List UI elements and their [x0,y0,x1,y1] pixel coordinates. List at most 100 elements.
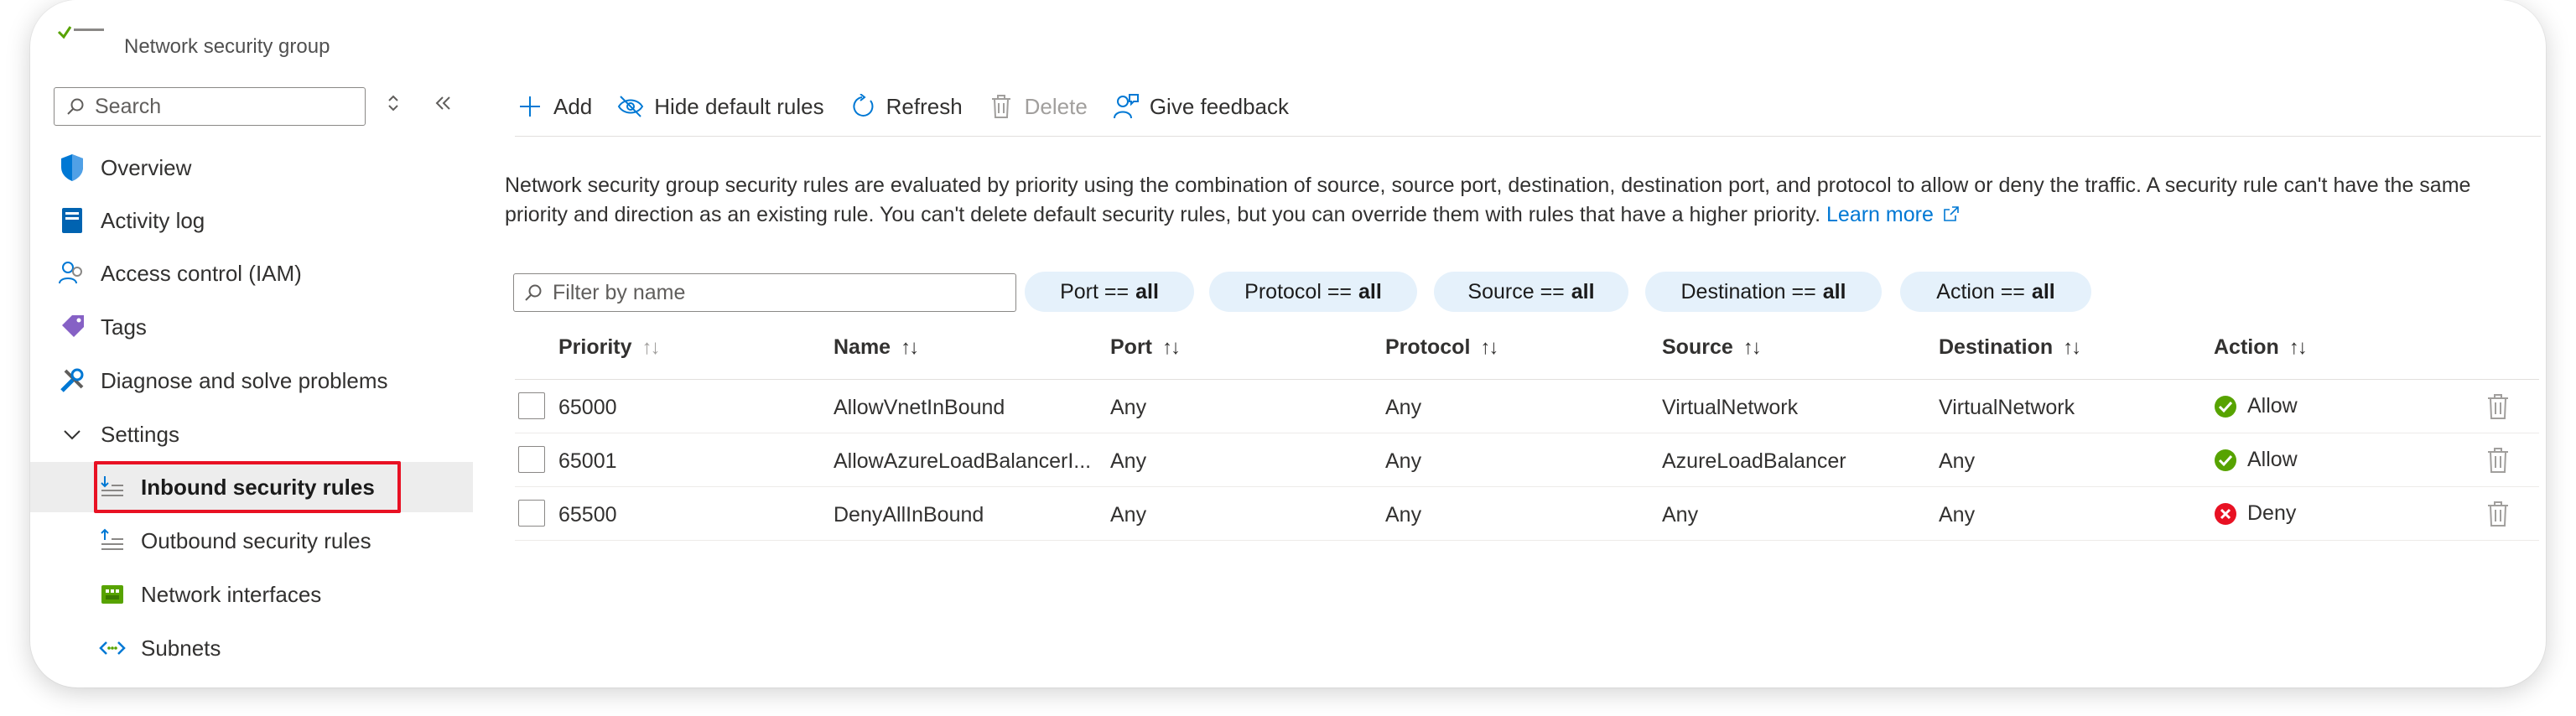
feedback-label: Give feedback [1149,93,1290,119]
sort-icon: ↑↓ [1162,335,1181,359]
column-header-port[interactable]: Port ↑↓ [1110,335,1181,360]
cell-source: AzureLoadBalancer [1662,449,1846,473]
give-feedback-button[interactable]: Give feedback [1113,93,1289,120]
sidebar-item-tags[interactable]: Tags [30,302,473,352]
trash-icon [988,93,1015,120]
column-label: Source [1662,335,1733,359]
delete-row-icon[interactable] [2485,500,2511,528]
cell-name[interactable]: AllowVnetInBound [834,396,1005,420]
sidebar-group-settings[interactable]: Settings [30,409,473,459]
sidebar-item-label: Settings [101,421,179,447]
pill-label: Port == [1060,279,1130,304]
pill-value: all [1571,279,1595,304]
cell-destination: VirtualNetwork [1939,396,2075,419]
cell-priority: 65001 [558,449,617,473]
column-header-protocol[interactable]: Protocol ↑↓ [1385,335,1498,360]
column-label: Name [834,335,891,359]
row-checkbox[interactable] [518,446,545,473]
sidebar-search-input[interactable]: Search [54,87,366,126]
description-body: Network security group security rules ar… [505,174,2471,226]
column-header-source[interactable]: Source ↑↓ [1662,335,1762,360]
column-label: Port [1110,335,1152,359]
filter-pill-destination[interactable]: Destination == all [1645,272,1882,312]
column-header-name[interactable]: Name ↑↓ [834,335,919,360]
shield-icon [57,153,87,183]
add-button[interactable]: Add [517,93,592,120]
learn-more-label: Learn more [1826,203,1934,226]
column-header-destination[interactable]: Destination ↑↓ [1939,335,2081,360]
sidebar-item-overview[interactable]: Overview [30,143,473,193]
hide-default-label: Hide default rules [654,93,824,119]
learn-more-link[interactable]: Learn more [1826,203,1960,226]
row-checkbox[interactable] [518,500,545,527]
delete-row-icon[interactable] [2485,392,2511,421]
column-header-action[interactable]: Action ↑↓ [2214,335,2308,360]
command-bar: Add Hide default rules Refresh Delete Gi… [517,87,1314,126]
cell-port: Any [1110,503,1147,527]
filter-pill-protocol[interactable]: Protocol == all [1209,272,1417,312]
search-icon [525,284,542,301]
nsg-window: Network security group Search Overview A… [30,0,2546,687]
sort-icon: ↑↓ [1480,335,1498,359]
cell-action: Deny [2214,501,2296,526]
pill-label: Action == [1936,279,2025,304]
filter-pill-source[interactable]: Source == all [1434,272,1628,312]
cell-protocol: Any [1385,503,1422,527]
sidebar-item-network-interfaces[interactable]: Network interfaces [30,569,473,620]
collapse-sidebar-icon[interactable] [433,92,453,120]
deny-x-icon [2215,502,2236,525]
people-icon [57,258,87,288]
action-label: Allow [2247,448,2298,471]
pill-value: all [1135,279,1159,304]
cell-name[interactable]: DenyAllInBound [834,503,984,527]
resource-type-subtitle: Network security group [124,35,330,58]
column-label: Destination [1939,335,2054,359]
activity-log-icon [57,205,87,236]
column-header-priority[interactable]: Priority ↑↓ [558,335,661,360]
pill-label: Protocol == [1244,279,1353,304]
cell-destination: Any [1939,503,1976,527]
row-checkbox[interactable] [518,392,545,419]
sidebar-item-label: Diagnose and solve problems [101,367,388,393]
subnet-icon [97,633,127,663]
filter-placeholder: Filter by name [553,280,686,304]
filter-pill-port[interactable]: Port == all [1025,272,1194,312]
sidebar-item-label: Subnets [141,635,221,661]
allow-check-icon [2215,449,2236,471]
sidebar-item-outbound-security-rules[interactable]: Outbound security rules [30,516,473,566]
cell-name[interactable]: AllowAzureLoadBalancerI... [834,449,1091,474]
filter-pill-action[interactable]: Action == all [1900,272,2091,312]
sort-icon: ↑↓ [901,335,919,359]
search-icon [67,98,84,115]
description-text: Network security group security rules ar… [505,171,2534,230]
outbound-rules-icon [97,526,127,556]
sidebar-item-diagnose[interactable]: Diagnose and solve problems [30,355,473,406]
row-divider [515,540,2539,541]
action-label: Deny [2247,501,2297,525]
pill-label: Destination == [1680,279,1816,304]
title-bar-strip [30,0,2546,30]
refresh-label: Refresh [886,93,963,119]
sort-icon: ↑↓ [641,335,661,359]
expand-collapse-icon[interactable] [386,92,401,120]
sidebar-item-label: Overview [101,154,192,180]
cell-port: Any [1110,449,1147,473]
sort-icon: ↑↓ [1742,335,1762,359]
filter-by-name-input[interactable]: Filter by name [513,273,1016,312]
sidebar-item-activity-log[interactable]: Activity log [30,195,473,246]
row-divider [515,486,2539,487]
sidebar-item-access-control[interactable]: Access control (IAM) [30,248,473,298]
cell-source: Any [1662,503,1699,527]
cell-port: Any [1110,396,1147,419]
delete-row-icon[interactable] [2485,446,2511,475]
delete-button[interactable]: Delete [988,93,1088,120]
allow-check-icon [2215,395,2236,418]
column-label: Action [2214,335,2279,359]
cell-priority: 65000 [558,396,617,419]
refresh-button[interactable]: Refresh [849,93,963,120]
hide-default-rules-button[interactable]: Hide default rules [617,93,824,120]
pill-value: all [2031,279,2055,304]
sidebar-item-subnets[interactable]: Subnets [30,623,473,673]
sort-icon: ↑↓ [2288,335,2308,359]
pill-label: Source == [1467,279,1565,304]
